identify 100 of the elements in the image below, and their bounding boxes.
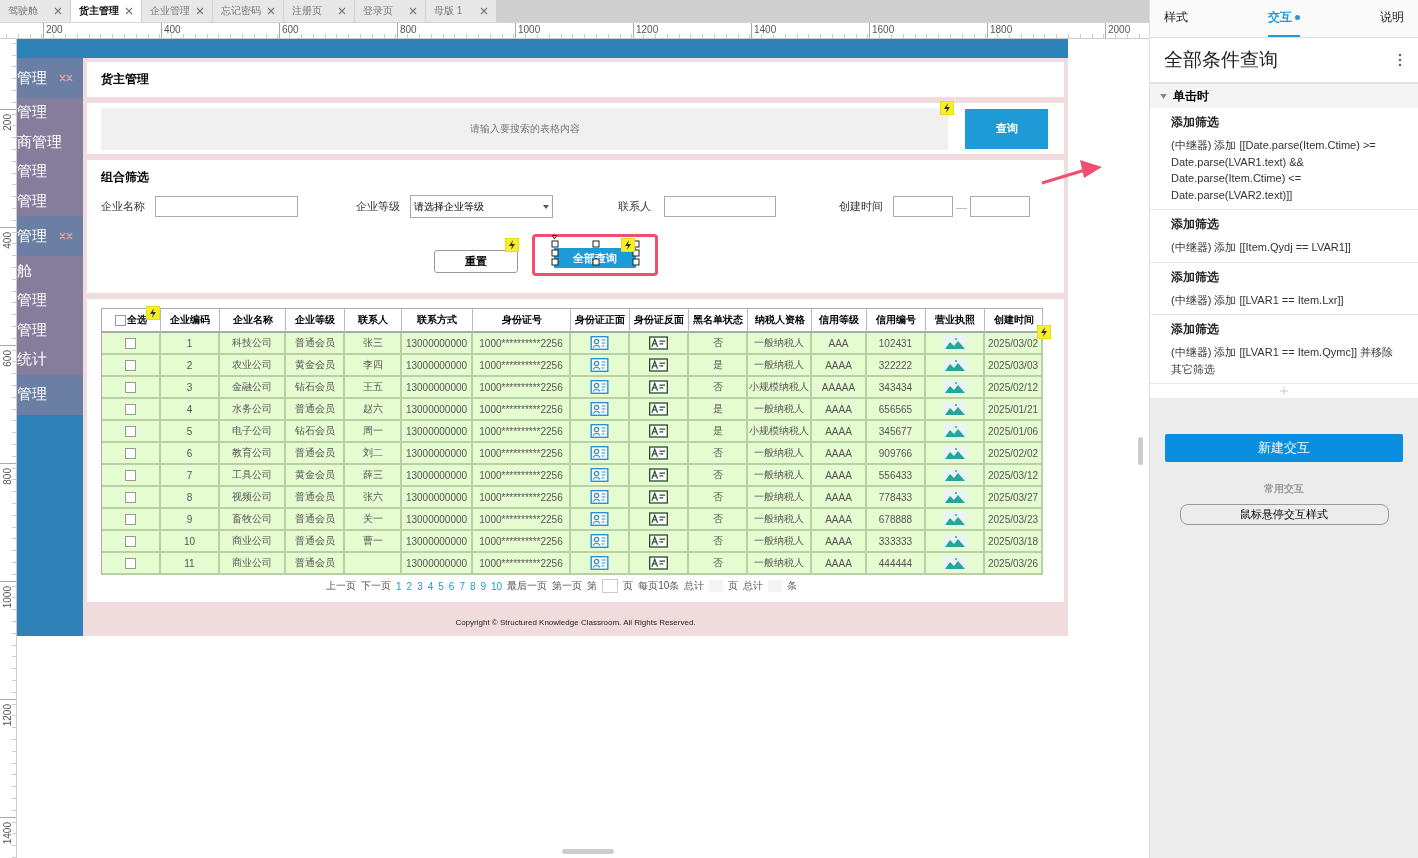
- scrollbar-thumb[interactable]: [1138, 437, 1143, 465]
- new-interaction-button[interactable]: 新建交互: [1165, 434, 1403, 462]
- checkbox[interactable]: [125, 557, 136, 569]
- image-icon[interactable]: [942, 446, 967, 460]
- sidebar-item[interactable]: 管理: [17, 315, 83, 346]
- checkbox[interactable]: [125, 447, 136, 459]
- hover-style-button[interactable]: 鼠标悬停交互样式: [1179, 504, 1389, 525]
- event-header[interactable]: 单击时: [1150, 82, 1418, 108]
- checkbox[interactable]: [125, 491, 136, 503]
- expand-icon[interactable]: [1160, 93, 1167, 99]
- image-icon[interactable]: [942, 468, 967, 482]
- dropdown[interactable]: 请选择企业等级: [410, 195, 553, 218]
- image-icon[interactable]: [942, 534, 967, 548]
- image-icon[interactable]: [942, 556, 967, 570]
- sidebar-group[interactable]: 管理: [17, 216, 83, 257]
- page-number-link[interactable]: 7: [459, 580, 465, 592]
- date-field[interactable]: [893, 196, 953, 217]
- sidebar-item[interactable]: 统计: [17, 345, 83, 375]
- checkbox[interactable]: [125, 535, 136, 547]
- image-icon[interactable]: [942, 490, 967, 504]
- card-back-icon[interactable]: [649, 446, 668, 460]
- search-field[interactable]: 请输入要搜索的表格内容: [101, 107, 948, 150]
- page-number-link[interactable]: 2: [406, 580, 413, 592]
- card-back-icon[interactable]: [649, 380, 668, 394]
- id-card-icon[interactable]: [590, 424, 609, 438]
- checkbox[interactable]: [125, 469, 136, 481]
- card-back-icon[interactable]: [649, 490, 668, 504]
- sidebar-group[interactable]: 管理: [17, 58, 83, 98]
- id-card-icon[interactable]: [590, 380, 609, 394]
- id-card-icon[interactable]: [590, 556, 609, 570]
- input-field[interactable]: [664, 196, 776, 217]
- id-card-icon[interactable]: [590, 490, 609, 504]
- last-page-link[interactable]: 最后一页: [507, 579, 548, 593]
- close-icon[interactable]: [338, 7, 346, 15]
- checkbox[interactable]: [115, 314, 126, 326]
- scrollbar-thumb[interactable]: [562, 849, 614, 854]
- card-back-icon[interactable]: [649, 468, 668, 482]
- sidebar-item[interactable]: 管理: [17, 98, 83, 128]
- sidebar-item[interactable]: 商管理: [17, 127, 83, 158]
- checkbox[interactable]: [125, 381, 136, 393]
- close-icon[interactable]: [125, 7, 133, 15]
- image-icon[interactable]: [942, 424, 967, 438]
- id-card-icon[interactable]: [590, 512, 609, 526]
- document-tab[interactable]: 企业管理: [142, 0, 213, 22]
- prev-page-link[interactable]: 上一页: [326, 579, 356, 593]
- id-card-icon[interactable]: [590, 358, 609, 372]
- image-icon[interactable]: [942, 358, 967, 372]
- page-number-link[interactable]: 5: [438, 580, 444, 592]
- close-icon[interactable]: [409, 7, 417, 15]
- id-card-icon[interactable]: [590, 336, 609, 350]
- next-page-link[interactable]: 下一页: [361, 579, 391, 593]
- document-tab[interactable]: 忘记密码: [213, 0, 284, 22]
- sidebar-item[interactable]: 管理: [17, 186, 83, 217]
- collapse-icon[interactable]: [59, 232, 73, 241]
- image-icon[interactable]: [942, 512, 967, 526]
- card-back-icon[interactable]: [649, 358, 668, 372]
- checkbox[interactable]: [125, 337, 136, 349]
- card-back-icon[interactable]: [649, 534, 668, 548]
- image-icon[interactable]: [942, 336, 967, 350]
- page-input[interactable]: [602, 579, 619, 593]
- card-back-icon[interactable]: [649, 512, 668, 526]
- checkbox[interactable]: [125, 359, 136, 371]
- reset-button[interactable]: 重置: [433, 249, 518, 273]
- date-field[interactable]: [970, 196, 1030, 217]
- more-icon[interactable]: [1398, 53, 1402, 67]
- page-number-link[interactable]: 8: [469, 580, 476, 592]
- sidebar-item[interactable]: 管理: [17, 157, 83, 187]
- collapse-icon[interactable]: [59, 74, 73, 82]
- card-back-icon[interactable]: [649, 402, 668, 416]
- page-number-link[interactable]: 3: [417, 580, 423, 592]
- id-card-icon[interactable]: [590, 534, 609, 548]
- id-card-icon[interactable]: [590, 446, 609, 460]
- image-icon[interactable]: [942, 380, 967, 394]
- panel-tab[interactable]: 说明: [1380, 0, 1404, 37]
- input-field[interactable]: [155, 196, 298, 217]
- id-card-icon[interactable]: [590, 468, 609, 482]
- checkbox[interactable]: [125, 425, 136, 437]
- page-number-link[interactable]: 1: [396, 580, 402, 592]
- image-icon[interactable]: [942, 402, 967, 416]
- card-back-icon[interactable]: [649, 424, 668, 438]
- close-icon[interactable]: [196, 7, 204, 15]
- page-number-link[interactable]: 9: [480, 580, 487, 592]
- id-card-icon[interactable]: [590, 402, 609, 416]
- card-back-icon[interactable]: [649, 556, 668, 570]
- page-number-link[interactable]: 10: [491, 580, 503, 592]
- sidebar-group[interactable]: 管理: [17, 374, 83, 415]
- page-number-link[interactable]: 6: [448, 580, 455, 592]
- search-button[interactable]: 查询: [965, 108, 1048, 149]
- first-page-link[interactable]: 第一页: [552, 579, 583, 593]
- checkbox[interactable]: [125, 513, 136, 525]
- page-number-link[interactable]: 4: [427, 580, 434, 592]
- document-tab[interactable]: 注册页: [284, 0, 355, 22]
- document-tab[interactable]: 货主管理: [71, 0, 142, 22]
- close-icon[interactable]: [480, 7, 488, 15]
- sidebar-item[interactable]: 舱: [17, 256, 83, 286]
- checkbox[interactable]: [125, 403, 136, 415]
- document-tab[interactable]: 登录页: [355, 0, 426, 22]
- close-icon[interactable]: [267, 7, 275, 15]
- close-icon[interactable]: [54, 7, 62, 15]
- sidebar-item[interactable]: 管理: [17, 285, 83, 316]
